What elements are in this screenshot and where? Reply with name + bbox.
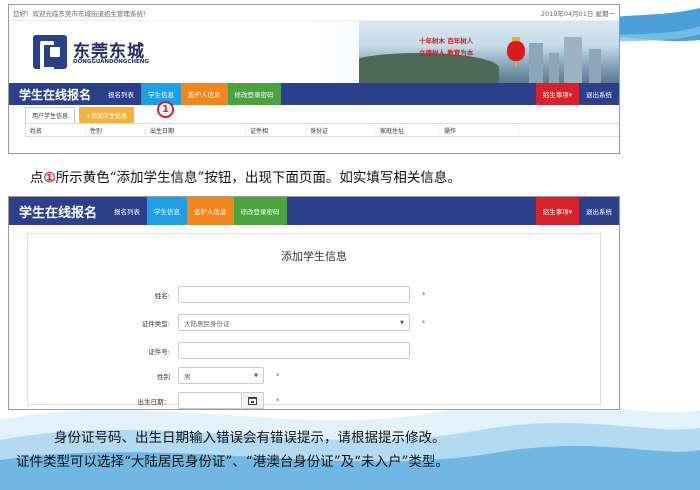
tab-bar: 用户学生信息 +添加学生信息 xyxy=(25,107,603,123)
screenshot-add-student-form: 学生在线报名 报名列表 学生信息 监护人信息 修改登录密码 招生事项▾ 退出系统… xyxy=(8,196,620,410)
col-address: 家庭住址 xyxy=(376,125,440,135)
lantern-icon xyxy=(507,37,525,67)
row-gender: 性别 男 ▼ * xyxy=(28,367,600,384)
instruction-text: 所示黄色“添加学生信息”按钮，出现下面页面。如实填写相关信息。 xyxy=(55,170,461,186)
nav-guardian-info[interactable]: 监护人信息 xyxy=(181,83,228,105)
screenshot-student-list: 您好！欢迎光临东莞市东城街道招生管理系统！ 2019年04月01日 星期一 东莞… xyxy=(8,4,620,154)
dongcheng-logo-icon xyxy=(33,35,67,71)
instruction-prefix: 点 xyxy=(30,170,44,186)
calendar-icon xyxy=(248,396,257,405)
form-title: 添加学生信息 xyxy=(281,250,347,263)
header-banner-image: 十年树木 百年树人 立德树人 教育为本 xyxy=(359,21,619,83)
nav-registration-list[interactable]: 报名列表 xyxy=(101,83,141,105)
tab-user-students[interactable]: 用户学生信息 xyxy=(25,107,76,123)
main-nav-2: 学生在线报名 报名列表 学生信息 监护人信息 修改登录密码 招生事项▾ 退出系统 xyxy=(9,197,619,225)
student-list-content: 用户学生信息 +添加学生信息 1 姓名 性别 出生日期 证件相 身份证 家庭住址… xyxy=(9,101,619,137)
nav-change-password[interactable]: 修改登录密码 xyxy=(227,83,281,105)
nav-student-info-2[interactable]: 学生信息 xyxy=(147,197,188,225)
nav-enrollment-matters[interactable]: 招生事项▾ xyxy=(535,83,579,105)
calendar-button[interactable] xyxy=(242,392,264,409)
nav-guardian-info-2[interactable]: 监护人信息 xyxy=(187,197,234,225)
nav-enrollment-matters-2[interactable]: 招生事项▾ xyxy=(535,197,579,225)
required-mark: * xyxy=(276,396,280,405)
instruction-marker: ① xyxy=(43,170,56,186)
birthdate-input[interactable] xyxy=(178,392,242,409)
nav-logout[interactable]: 退出系统 xyxy=(579,83,619,105)
instruction-click-add: 点①所示黄色“添加学生信息”按钮，出现下面页面。如实填写相关信息。 xyxy=(30,166,461,186)
col-birthdate: 出生日期 xyxy=(146,125,246,135)
main-nav: 学生在线报名 报名列表 学生信息 监护人信息 修改登录密码 招生事项▾ 退出系统 xyxy=(9,83,619,105)
slogan-line-2: 立德树人 教育为本 xyxy=(419,49,474,57)
step-marker-1: 1 xyxy=(157,101,174,118)
gender-select[interactable]: 男 ▼ xyxy=(178,367,264,384)
name-input[interactable] xyxy=(178,286,410,303)
required-mark: * xyxy=(422,290,426,299)
student-table-header: 姓名 性别 出生日期 证件相 身份证 家庭住址 操作 xyxy=(25,123,619,137)
col-actions: 操作 xyxy=(440,125,520,135)
nav-change-password-2[interactable]: 修改登录密码 xyxy=(233,197,287,225)
site-header: 东莞东城 DONGGUANDONGCHENG 十年树木 百年树人 立德树人 教育… xyxy=(9,21,619,83)
gender-label: 性别 xyxy=(157,372,170,381)
nav-title: 学生在线报名 xyxy=(19,87,92,102)
col-id-number: 身份证 xyxy=(306,125,376,135)
id-type-value: 大陆居民身份证 xyxy=(184,319,230,328)
nav-registration-list-2[interactable]: 报名列表 xyxy=(107,197,147,225)
birthdate-label: 出生日期： xyxy=(137,397,171,406)
nav-title-2: 学生在线报名 xyxy=(19,205,98,221)
chevron-down-icon: ▼ xyxy=(400,319,404,326)
name-label: 姓名: xyxy=(154,291,170,300)
id-number-label: 证件号: xyxy=(148,347,170,356)
id-number-input[interactable] xyxy=(178,342,410,359)
id-type-label: 证件类型: xyxy=(141,319,170,328)
row-name: 姓名: * xyxy=(28,286,600,303)
row-id-number: 证件号: xyxy=(28,342,600,359)
required-mark: * xyxy=(276,371,280,380)
instruction-error-hint: 身份证号码、出生日期输入错误会有错误提示，请根据提示修改。 xyxy=(54,430,446,446)
add-student-form: 添加学生信息 姓名: * 证件类型: 大陆居民身份证 ▼ * 证件号: 性别 男… xyxy=(27,233,601,409)
col-name: 姓名 xyxy=(26,125,86,135)
date-text: 2019年04月01日 星期一 xyxy=(540,9,615,18)
welcome-text: 您好！欢迎光临东莞市东城街道招生管理系统！ xyxy=(13,9,150,18)
welcome-bar: 您好！欢迎光临东莞市东城街道招生管理系统！ 2019年04月01日 星期一 xyxy=(9,5,619,21)
col-id-type: 证件相 xyxy=(246,125,306,135)
row-birthdate: 出生日期： * xyxy=(28,392,600,409)
slogan-line-1: 十年树木 百年树人 xyxy=(419,37,474,45)
chevron-down-icon: ▼ xyxy=(254,372,258,379)
gender-value: 男 xyxy=(184,372,191,381)
instruction-id-types: 证件类型可以选择“大陆居民身份证”、“港澳台身份证”及“未入户”类型。 xyxy=(16,454,449,470)
row-id-type: 证件类型: 大陆居民身份证 ▼ * xyxy=(28,314,600,331)
add-student-button[interactable]: +添加学生信息 xyxy=(79,107,135,123)
logo-subtitle: DONGGUANDONGCHENG xyxy=(73,59,149,65)
col-gender: 性别 xyxy=(86,125,146,135)
required-mark: * xyxy=(422,318,426,327)
nav-logout-2[interactable]: 退出系统 xyxy=(579,197,619,225)
id-type-select[interactable]: 大陆居民身份证 ▼ xyxy=(178,314,410,331)
